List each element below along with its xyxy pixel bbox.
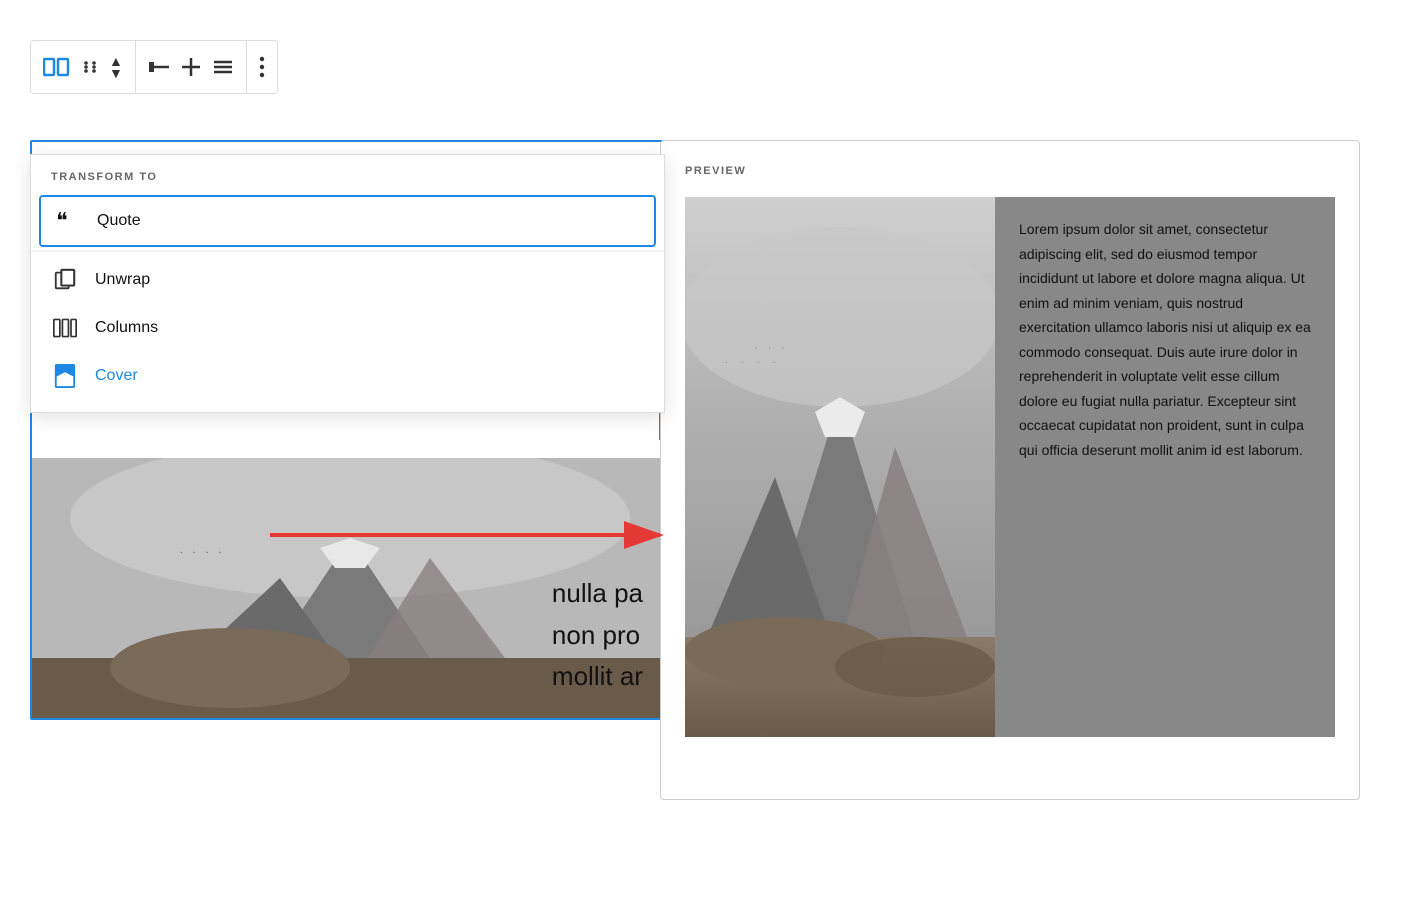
svg-text:` ` ` `: ` ` ` ` xyxy=(180,551,225,560)
more-options-icon[interactable] xyxy=(259,56,265,78)
block-type-icon[interactable] xyxy=(43,56,71,78)
unwrap-icon xyxy=(51,266,79,294)
svg-text:` ` `: ` ` ` xyxy=(755,348,789,354)
editor-bottom-text: nulla pa non pro mollit ar xyxy=(552,573,643,698)
transform-panel: TRANSFORM TO ❝ Quote Unwrap xyxy=(30,154,665,413)
preview-lorem-text: Lorem ipsum dolor sit amet, consectetur … xyxy=(1019,221,1311,458)
transform-item-columns-label: Columns xyxy=(95,319,158,337)
preview-panel-header: PREVIEW xyxy=(685,165,1335,177)
editor-bottom-line3: mollit ar xyxy=(552,656,643,698)
editor-bottom-line2: non pro xyxy=(552,615,643,657)
quote-icon: ❝ xyxy=(53,207,81,235)
preview-panel: PREVIEW xyxy=(660,140,1360,800)
align-left-icon[interactable] xyxy=(148,58,170,76)
transform-item-unwrap[interactable]: Unwrap xyxy=(31,256,664,304)
transform-item-cover[interactable]: Cover xyxy=(31,352,664,400)
preview-cover-image: ` ` ` ` ` ` ` xyxy=(685,197,995,737)
move-arrows[interactable]: ▲ ▼ xyxy=(109,55,123,79)
divider-1 xyxy=(31,251,664,252)
toolbar-group-align xyxy=(136,41,247,93)
transform-item-quote[interactable]: ❝ Quote xyxy=(39,195,656,247)
block-toolbar: ▲ ▼ xyxy=(30,40,278,94)
transform-item-unwrap-label: Unwrap xyxy=(95,271,150,289)
svg-text:❝: ❝ xyxy=(56,211,68,231)
transform-item-columns[interactable]: Columns xyxy=(31,304,664,352)
transform-item-quote-label: Quote xyxy=(97,212,141,230)
toolbar-group-block: ▲ ▼ xyxy=(31,41,136,93)
add-icon[interactable] xyxy=(180,56,202,78)
align-center-icon[interactable] xyxy=(212,58,234,76)
transform-item-cover-label: Cover xyxy=(95,367,138,385)
transform-panel-header: TRANSFORM TO xyxy=(31,155,664,191)
move-down-arrow[interactable]: ▼ xyxy=(109,67,123,79)
cover-icon xyxy=(51,362,79,390)
editor-bottom-line1: nulla pa xyxy=(552,573,643,615)
drag-icon[interactable] xyxy=(81,58,99,76)
preview-cover-block: ` ` ` ` ` ` ` Lorem ipsum dolor sit amet… xyxy=(685,197,1335,737)
toolbar-group-more xyxy=(247,41,277,93)
svg-text:` ` ` `: ` ` ` ` xyxy=(725,361,782,369)
columns-icon xyxy=(51,314,79,342)
preview-cover-text: Lorem ipsum dolor sit amet, consectetur … xyxy=(995,197,1335,737)
